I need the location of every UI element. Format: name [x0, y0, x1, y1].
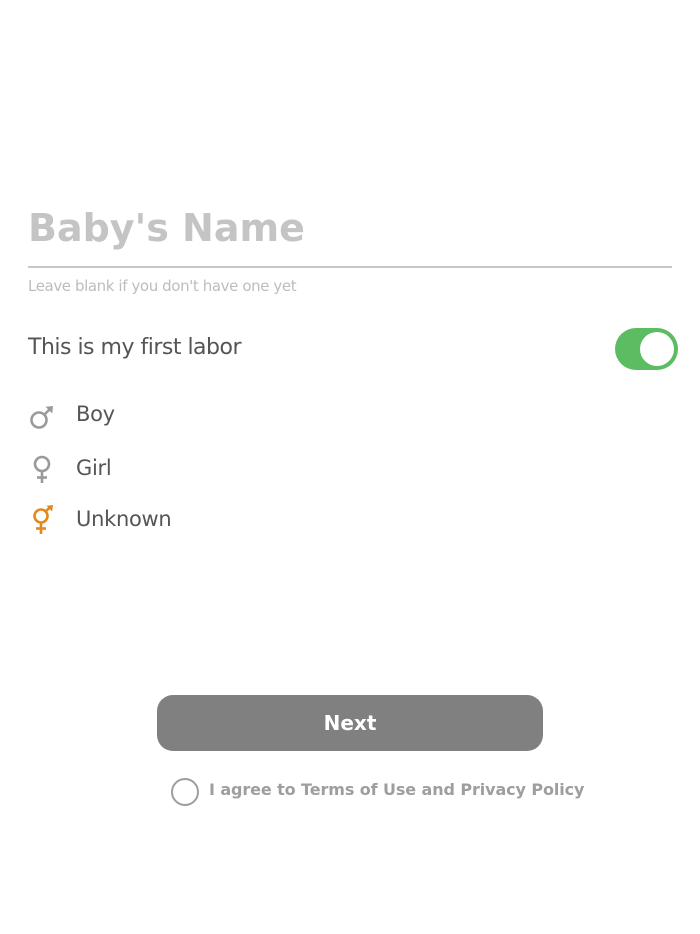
terms-agreement-row: I agree to Terms of Use and Privacy Poli… — [171, 777, 591, 806]
agree-terms-label[interactable]: I agree to Terms of Use and Privacy Poli… — [209, 780, 584, 799]
first-labor-label: This is my first labor — [28, 335, 242, 360]
gender-label-girl: Girl — [76, 456, 112, 480]
first-labor-row: This is my first labor — [28, 326, 678, 372]
baby-name-input[interactable] — [28, 196, 672, 260]
male-icon — [30, 406, 53, 429]
gender-option-boy[interactable]: Boy — [28, 395, 328, 435]
next-button[interactable]: Next — [157, 695, 543, 751]
name-input-underline — [28, 266, 672, 268]
gender-option-unknown[interactable]: Unknown — [28, 500, 328, 540]
gender-label-unknown: Unknown — [76, 507, 172, 531]
unknown-gender-icon — [33, 505, 53, 534]
name-hint: Leave blank if you don't have one yet — [28, 277, 297, 295]
toggle-knob — [640, 332, 674, 366]
gender-label-boy: Boy — [76, 402, 115, 426]
first-labor-toggle[interactable] — [615, 328, 678, 370]
gender-option-girl[interactable]: Girl — [28, 449, 328, 489]
agree-checkbox[interactable] — [171, 778, 199, 806]
female-icon — [33, 455, 51, 483]
